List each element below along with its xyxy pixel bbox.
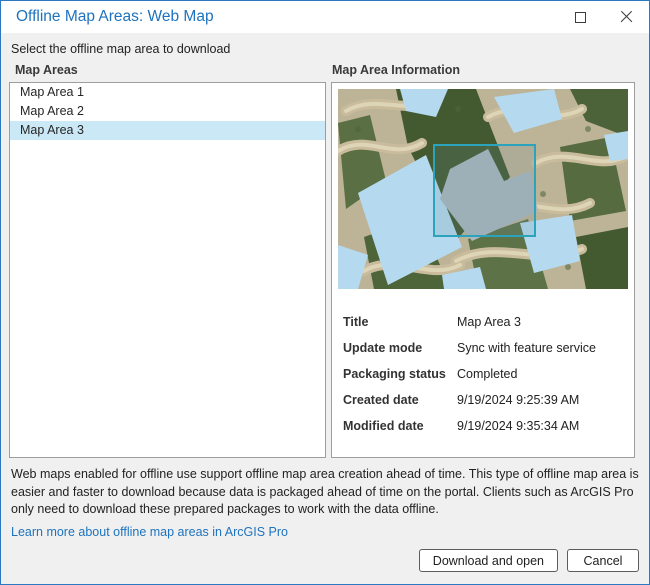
detail-value: Sync with feature service bbox=[457, 341, 596, 355]
instruction-text: Select the offline map area to download bbox=[11, 42, 230, 56]
list-item-map-area-3[interactable]: Map Area 3 bbox=[10, 121, 325, 140]
window-title: Offline Map Areas: Web Map bbox=[16, 8, 214, 26]
detail-label: Title bbox=[343, 315, 457, 329]
detail-label: Created date bbox=[343, 393, 457, 407]
detail-row-update-mode: Update mode Sync with feature service bbox=[343, 335, 626, 361]
detail-row-packaging-status: Packaging status Completed bbox=[343, 361, 626, 387]
dialog-button-row: Download and open Cancel bbox=[419, 549, 639, 572]
map-areas-list[interactable]: Map Area 1 Map Area 2 Map Area 3 bbox=[9, 82, 326, 458]
learn-more-link[interactable]: Learn more about offline map areas in Ar… bbox=[11, 525, 288, 539]
titlebar: Offline Map Areas: Web Map bbox=[1, 1, 649, 33]
detail-label: Packaging status bbox=[343, 367, 457, 381]
offline-map-areas-dialog: Offline Map Areas: Web Map Select the of… bbox=[0, 0, 650, 585]
cancel-button[interactable]: Cancel bbox=[567, 549, 639, 572]
map-area-extent-outline bbox=[434, 145, 535, 236]
detail-row-created-date: Created date 9/19/2024 9:25:39 AM bbox=[343, 387, 626, 413]
list-item-map-area-2[interactable]: Map Area 2 bbox=[10, 102, 325, 121]
download-and-open-button[interactable]: Download and open bbox=[419, 549, 558, 572]
detail-value: 9/19/2024 9:25:39 AM bbox=[457, 393, 579, 407]
detail-value: Completed bbox=[457, 367, 517, 381]
detail-label: Update mode bbox=[343, 341, 457, 355]
detail-row-title: Title Map Area 3 bbox=[343, 309, 626, 335]
detail-label: Modified date bbox=[343, 419, 457, 433]
map-area-information-panel: Title Map Area 3 Update mode Sync with f… bbox=[331, 82, 635, 458]
list-item-map-area-1[interactable]: Map Area 1 bbox=[10, 83, 325, 102]
map-thumbnail bbox=[338, 89, 628, 289]
map-areas-header: Map Areas bbox=[15, 63, 78, 77]
aerial-imagery bbox=[338, 89, 628, 289]
map-area-details: Title Map Area 3 Update mode Sync with f… bbox=[343, 309, 626, 439]
detail-row-modified-date: Modified date 9/19/2024 9:35:34 AM bbox=[343, 413, 626, 439]
offline-description-text: Web maps enabled for offline use support… bbox=[11, 466, 643, 519]
maximize-button[interactable] bbox=[557, 1, 603, 33]
close-icon bbox=[620, 11, 633, 24]
maximize-icon bbox=[575, 12, 586, 23]
close-button[interactable] bbox=[603, 1, 649, 33]
map-area-information-header: Map Area Information bbox=[332, 63, 460, 77]
detail-value: Map Area 3 bbox=[457, 315, 521, 329]
window-controls bbox=[557, 1, 649, 33]
detail-value: 9/19/2024 9:35:34 AM bbox=[457, 419, 579, 433]
